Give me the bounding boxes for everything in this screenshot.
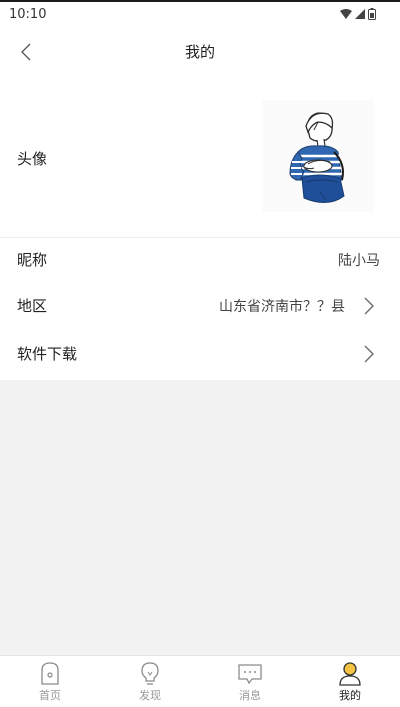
nickname-value: 陆小马	[338, 253, 380, 269]
battery-icon	[368, 8, 376, 20]
status-icons	[340, 8, 376, 20]
download-row[interactable]: 软件下载	[0, 332, 400, 376]
region-row[interactable]: 地区 山东省济南市？？县	[0, 284, 400, 328]
info-section: 昵称 陆小马 地区 山东省济南市？？县 软件下载	[0, 238, 400, 380]
avatar-label: 头像	[17, 150, 48, 168]
home-icon	[41, 662, 59, 685]
download-label: 软件下载	[17, 345, 78, 363]
wifi-icon	[340, 8, 352, 19]
page-title: 我的	[184, 43, 215, 61]
bulb-icon	[141, 662, 159, 685]
avatar-image	[289, 112, 345, 203]
bottom-nav: 首页 发现 消息 我的	[0, 655, 400, 707]
region-label: 地区	[17, 297, 48, 315]
chevron-right-icon	[364, 297, 374, 315]
nav-label-messages: 消息	[239, 689, 261, 702]
nickname-row[interactable]: 昵称 陆小马	[0, 238, 400, 282]
screen: 10:10 我的 头像 昵称 陆小马 地区 山东省济南市？？县 软件下载 首页 …	[0, 0, 400, 707]
title-bar: 我的	[0, 28, 400, 76]
nav-label-discover: 发现	[139, 689, 161, 702]
signal-icon	[355, 8, 365, 19]
avatar[interactable]	[262, 100, 374, 212]
nav-label-profile: 我的	[339, 689, 361, 702]
region-value: 山东省济南市？？县	[219, 299, 345, 315]
nav-item-discover[interactable]: 发现	[100, 656, 200, 707]
nav-label-home: 首页	[39, 689, 61, 702]
nickname-label: 昵称	[17, 251, 48, 269]
chevron-right-icon	[364, 345, 374, 363]
message-icon	[238, 664, 262, 685]
status-bar: 10:10	[0, 0, 400, 28]
avatar-row[interactable]: 头像	[0, 76, 400, 238]
profile-icon	[339, 662, 361, 686]
nav-item-messages[interactable]: 消息	[200, 656, 300, 707]
status-time: 10:10	[9, 7, 47, 22]
nav-item-profile[interactable]: 我的	[300, 656, 400, 707]
nav-item-home[interactable]: 首页	[0, 656, 100, 707]
